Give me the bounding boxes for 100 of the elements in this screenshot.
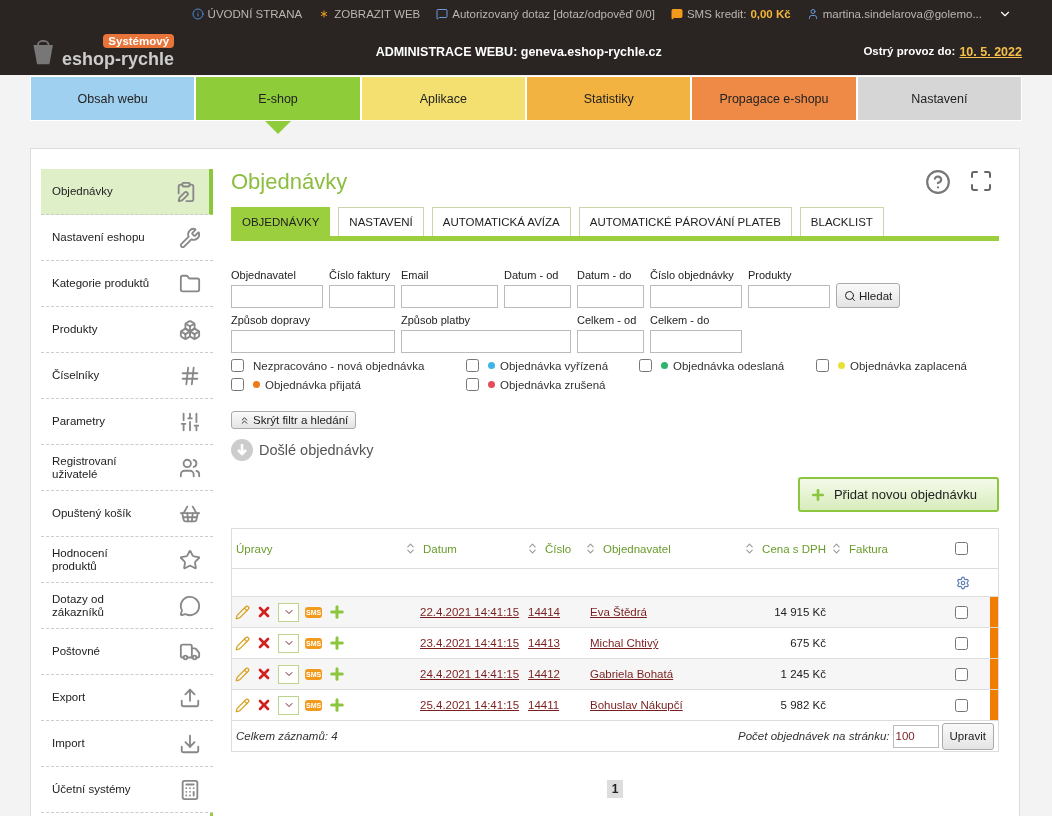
dropdown-button[interactable] xyxy=(278,633,299,653)
field-label: Celkem - od xyxy=(577,314,638,326)
plus-icon[interactable] xyxy=(328,634,347,652)
checkbox[interactable] xyxy=(954,542,968,555)
input-field[interactable] xyxy=(231,330,395,353)
fullscreen-icon[interactable] xyxy=(969,169,993,193)
sms-credit-link[interactable]: SMS kredit: 0,00 Kč xyxy=(670,8,791,20)
sidebar-item[interactable]: Opuštený košík xyxy=(41,491,213,537)
search-button[interactable]: Hledat xyxy=(836,283,901,308)
input-field[interactable] xyxy=(577,330,644,353)
sort-icon[interactable] xyxy=(830,542,843,555)
checkbox[interactable] xyxy=(466,378,479,391)
sidebar-item[interactable]: Produkty xyxy=(41,307,213,353)
nav-tab[interactable]: Statistiky xyxy=(526,76,692,121)
checkbox[interactable] xyxy=(231,359,244,372)
top-link[interactable]: ZOBRAZIT WEB xyxy=(318,8,421,20)
date-link[interactable]: 25.4.2021 14:41:15 xyxy=(420,699,520,711)
per-page-field[interactable]: 100 xyxy=(892,724,939,748)
plus-icon[interactable] xyxy=(328,603,347,621)
nav-tab[interactable]: E-shop xyxy=(195,76,361,121)
tab[interactable]: AUTOMATICKÁ AVÍZA xyxy=(431,207,571,236)
sidebar-item[interactable]: Nastavení eshopu xyxy=(41,215,213,261)
checkbox[interactable] xyxy=(816,359,829,372)
date-link[interactable]: 22.4.2021 14:41:15 xyxy=(420,606,520,618)
sidebar-item[interactable]: Kategorie produktů xyxy=(41,261,213,307)
help-icon[interactable] xyxy=(925,169,951,195)
customer-link[interactable]: Eva Štědrá xyxy=(590,606,647,618)
hide-filter-button[interactable]: Skrýt filtr a hledání xyxy=(231,411,357,429)
sort-icon[interactable] xyxy=(584,542,597,555)
plus-icon[interactable] xyxy=(328,665,347,683)
edit-icon[interactable] xyxy=(235,635,250,651)
deadline-link[interactable]: 10. 5. 2022 xyxy=(959,44,1022,59)
plus-icon[interactable] xyxy=(328,696,347,714)
sidebar-item[interactable]: Účetní systémy xyxy=(41,767,213,813)
checkbox[interactable] xyxy=(954,698,968,712)
tab[interactable]: NASTAVENÍ xyxy=(338,207,424,236)
sidebar-item[interactable]: Parametry xyxy=(41,399,213,445)
delete-icon[interactable] xyxy=(256,604,272,620)
customer-link[interactable]: Michal Chtivý xyxy=(590,637,659,649)
delete-icon[interactable] xyxy=(256,666,272,682)
dropdown-button[interactable] xyxy=(278,695,299,715)
field-label: Datum - od xyxy=(504,269,560,281)
dropdown-button[interactable] xyxy=(278,602,299,622)
user-link[interactable]: martina.sindelarova@golemo... xyxy=(806,8,982,20)
sidebar-item[interactable]: Objednávky xyxy=(41,169,213,215)
tab[interactable]: BLACKLIST xyxy=(799,207,884,236)
tab[interactable]: OBJEDNÁVKY xyxy=(231,207,331,236)
delete-icon[interactable] xyxy=(256,635,272,651)
sort-icon[interactable] xyxy=(526,542,539,555)
customer-link[interactable]: Gabriela Bohatá xyxy=(590,668,674,680)
order-number-link[interactable]: 14414 xyxy=(528,606,560,618)
sidebar-item[interactable]: Dotazy od zákazníků xyxy=(41,583,213,629)
checkbox[interactable] xyxy=(639,359,652,372)
delete-icon[interactable] xyxy=(256,697,272,713)
sidebar-item[interactable]: Registrovaní uživatelé xyxy=(41,445,213,491)
tab-pointer-icon xyxy=(265,121,291,134)
sidebar-item[interactable]: Import xyxy=(41,721,213,767)
date-link[interactable]: 24.4.2021 14:41:15 xyxy=(420,668,520,680)
sidebar-item[interactable]: Export xyxy=(41,675,213,721)
total-records: Celkem záznamů: 4 xyxy=(236,730,338,742)
dropdown-button[interactable] xyxy=(278,664,299,684)
sidebar-item[interactable]: Poštovné xyxy=(41,629,213,675)
nav-tab[interactable]: Obsah webu xyxy=(30,76,196,121)
customer-link[interactable]: Bohuslav Nákupčí xyxy=(590,699,683,711)
boxes-icon xyxy=(179,318,201,341)
input-field[interactable] xyxy=(650,330,742,353)
input-field[interactable] xyxy=(504,285,571,308)
apply-button[interactable]: Upravit xyxy=(941,722,994,750)
tab[interactable]: AUTOMATICKÉ PÁROVÁNÍ PLATEB xyxy=(578,207,792,236)
input-field[interactable] xyxy=(650,285,742,308)
nav-tab[interactable]: Propagace e-shopu xyxy=(691,76,857,121)
input-field[interactable] xyxy=(748,285,830,308)
page-link[interactable]: 1 xyxy=(606,780,624,798)
checkbox[interactable] xyxy=(954,636,968,650)
order-number-link[interactable]: 14411 xyxy=(528,699,560,711)
nav-tab[interactable]: Nastavení xyxy=(856,76,1022,121)
top-link[interactable]: ÚVODNÍ STRANA xyxy=(191,8,303,20)
checkbox[interactable] xyxy=(231,378,244,391)
edit-icon[interactable] xyxy=(235,666,250,682)
sort-icon[interactable] xyxy=(404,542,417,555)
checkbox[interactable] xyxy=(954,605,968,619)
input-field[interactable] xyxy=(401,330,571,353)
input-field[interactable] xyxy=(577,285,644,308)
order-number-link[interactable]: 14413 xyxy=(528,637,560,649)
checkbox[interactable] xyxy=(466,359,479,372)
add-order-button[interactable]: Přidat novou objednávku xyxy=(797,477,999,512)
sidebar-item[interactable]: Hodnocení produktů xyxy=(41,537,213,583)
date-link[interactable]: 23.4.2021 14:41:15 xyxy=(420,637,520,649)
input-field[interactable] xyxy=(231,285,323,308)
checkbox-label: Objednávka zrušená xyxy=(500,378,606,391)
nav-tab[interactable]: Aplikace xyxy=(360,76,526,121)
sidebar-item[interactable]: Číselníky xyxy=(41,353,213,399)
edit-icon[interactable] xyxy=(235,697,250,713)
input-field[interactable] xyxy=(329,285,395,308)
top-link[interactable]: Autorizovaný dotaz [dotaz/odpověď 0/0] xyxy=(436,8,655,20)
order-number-link[interactable]: 14412 xyxy=(528,668,560,680)
input-field[interactable] xyxy=(401,285,498,308)
checkbox[interactable] xyxy=(954,667,968,681)
edit-icon[interactable] xyxy=(235,604,250,620)
settings-icon[interactable] xyxy=(956,575,970,590)
